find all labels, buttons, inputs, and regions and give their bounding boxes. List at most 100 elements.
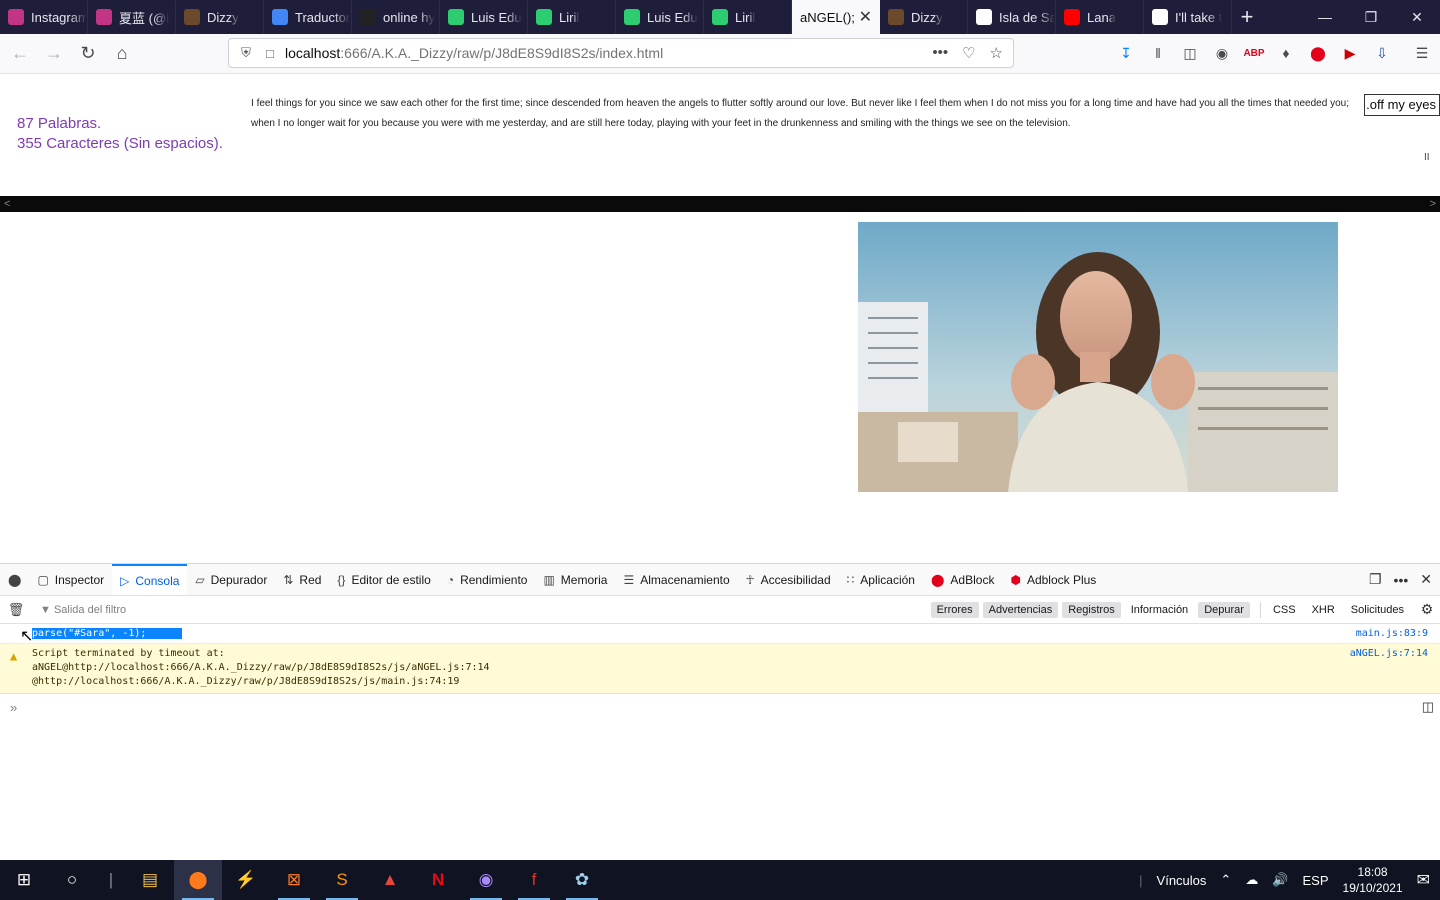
request-filter-toggle[interactable]: CSS bbox=[1267, 602, 1302, 618]
devtools-tab[interactable]: ☥ Accesibilidad bbox=[738, 564, 839, 595]
minimize-button[interactable]: — bbox=[1302, 0, 1348, 34]
volume-icon[interactable]: 🔊 bbox=[1272, 872, 1288, 888]
console-prompt[interactable]: » ◫ bbox=[0, 694, 1440, 720]
bookmark-star-icon[interactable]: ☆ bbox=[990, 44, 1003, 62]
library-icon[interactable]: ‖ bbox=[1142, 38, 1174, 68]
url-bar[interactable]: ⛨ □ localhost:666/A.K.A._Dizzy/raw/p/J8d… bbox=[228, 38, 1014, 68]
browser-tab[interactable]: Luis Edu bbox=[616, 0, 704, 34]
browser-tab[interactable]: Dizzy bbox=[880, 0, 968, 34]
devtools-tab[interactable]: ⇅ Red bbox=[275, 564, 329, 595]
browser-tab[interactable]: Traductor bbox=[264, 0, 352, 34]
filter-toggle[interactable]: Información bbox=[1125, 602, 1194, 618]
pocket-icon[interactable]: ♡ bbox=[962, 44, 975, 62]
devtools-tab[interactable]: ☰ Almacenamiento bbox=[615, 564, 737, 595]
new-tab-button[interactable]: + bbox=[1232, 0, 1262, 34]
download-helper-icon[interactable]: ⇩ bbox=[1366, 38, 1398, 68]
scroll-right-icon[interactable]: > bbox=[1430, 198, 1436, 210]
popcorn-icon[interactable]: ▲ bbox=[366, 860, 414, 900]
editor-mode-icon[interactable]: ◫ bbox=[1422, 699, 1434, 715]
horizontal-scrollbar[interactable]: < > bbox=[0, 196, 1440, 212]
filter-toggle[interactable]: Errores bbox=[930, 601, 979, 618]
browser-tab[interactable]: Liril bbox=[704, 0, 792, 34]
devtools-tab[interactable]: ∷ Aplicación bbox=[839, 564, 923, 595]
request-filter-toggle[interactable]: Solicitudes bbox=[1345, 602, 1410, 618]
back-button[interactable]: ← bbox=[4, 38, 36, 70]
menu-icon[interactable]: ☰ bbox=[1406, 38, 1438, 68]
sublime-text-icon[interactable]: S bbox=[318, 860, 366, 900]
filter-input[interactable]: ▼ Salida del filtro bbox=[32, 604, 931, 616]
sidebar-icon[interactable]: ◫ bbox=[1174, 38, 1206, 68]
settings-gear-icon[interactable]: ⚙ bbox=[1414, 601, 1440, 618]
devtools-tab[interactable]: ▥ Memoria bbox=[535, 564, 615, 595]
restore-button[interactable]: ❐ bbox=[1348, 0, 1394, 34]
pause-icon[interactable]: II bbox=[1424, 152, 1430, 163]
browser-tab[interactable]: aNGEL(); ✕ bbox=[792, 0, 880, 34]
warning-line[interactable]: aNGEL@http://localhost:666/A.K.A._Dizzy/… bbox=[32, 661, 1440, 675]
console-input-row[interactable]: parse("#Sara", -1); main.js:83:9 bbox=[0, 624, 1440, 644]
devtools-tab[interactable]: ▱ Depurador bbox=[187, 564, 275, 595]
firefox-icon[interactable]: ⬤ bbox=[174, 860, 222, 900]
downloads-icon[interactable]: ↧ bbox=[1110, 38, 1142, 68]
debugger-icon: ▱ bbox=[195, 572, 205, 587]
page-actions-icon[interactable]: ••• bbox=[932, 44, 948, 62]
netflix-icon[interactable]: N bbox=[414, 860, 462, 900]
more-options-icon[interactable]: ••• bbox=[1394, 572, 1409, 588]
browser-tab[interactable]: Dizzy bbox=[176, 0, 264, 34]
abp-extension-icon[interactable]: ABP bbox=[1238, 38, 1270, 68]
devtools-tab[interactable]: ▷ Consola bbox=[112, 564, 188, 595]
devtools-tab[interactable]: ⬢ Adblock Plus bbox=[1002, 564, 1104, 595]
notifications-icon[interactable]: ✉ bbox=[1417, 870, 1430, 890]
url-text[interactable]: localhost:666/A.K.A._Dizzy/raw/p/J8dE8S9… bbox=[281, 45, 932, 61]
browser-tab[interactable]: Liril bbox=[528, 0, 616, 34]
browser-tab[interactable]: Luis Edu bbox=[440, 0, 528, 34]
request-filter-toggle[interactable]: XHR bbox=[1306, 602, 1341, 618]
devtools-tab[interactable]: ⬤ AdBlock bbox=[923, 564, 1002, 595]
browser-tab[interactable]: Isla de Sa bbox=[968, 0, 1056, 34]
source-link[interactable]: main.js:83:9 bbox=[1356, 627, 1428, 641]
devtools-tab[interactable]: {} Editor de estilo bbox=[329, 564, 438, 595]
adblock-extension-icon[interactable]: ⬤ bbox=[1302, 38, 1334, 68]
chevron-up-icon[interactable]: ⌃ bbox=[1220, 872, 1231, 888]
app-icon[interactable]: ⚡ bbox=[222, 860, 270, 900]
file-explorer-icon[interactable]: ▤ bbox=[126, 860, 174, 900]
warning-line[interactable]: @http://localhost:666/A.K.A._Dizzy/raw/p… bbox=[32, 675, 1440, 689]
clear-console-icon[interactable]: 🗑 bbox=[0, 602, 32, 618]
filter-toggle[interactable]: Depurar bbox=[1198, 601, 1250, 618]
clock[interactable]: 18:08 19/10/2021 bbox=[1343, 864, 1403, 896]
youtube-extension-icon[interactable]: ▶ bbox=[1334, 38, 1366, 68]
browser-tab[interactable]: Lana bbox=[1056, 0, 1144, 34]
dock-icon[interactable]: ❐ bbox=[1369, 571, 1382, 588]
account-icon[interactable]: ◉ bbox=[1206, 38, 1238, 68]
tracking-shield-icon[interactable]: ⛨ bbox=[233, 45, 259, 61]
language-indicator[interactable]: ESP bbox=[1303, 873, 1329, 888]
forward-button[interactable]: → bbox=[38, 38, 70, 70]
filter-toggle[interactable]: Registros bbox=[1062, 601, 1121, 618]
search-button[interactable]: ○ bbox=[48, 860, 96, 900]
source-link[interactable]: aNGEL.js:7:14 bbox=[1350, 647, 1428, 661]
extension-icon[interactable]: ♦ bbox=[1270, 38, 1302, 68]
close-tab-icon[interactable]: ✕ bbox=[859, 7, 872, 27]
browser-tab[interactable]: I'll take t bbox=[1144, 0, 1232, 34]
github-icon[interactable]: ◉ bbox=[462, 860, 510, 900]
filter-toggle[interactable]: Advertencias bbox=[982, 601, 1059, 618]
devtools-tab[interactable]: ◔ Rendimiento bbox=[439, 564, 536, 595]
browser-tab[interactable]: Instagram bbox=[0, 0, 88, 34]
element-picker-icon[interactable]: ⬤ bbox=[0, 564, 29, 595]
page-info-icon[interactable]: □ bbox=[259, 46, 281, 61]
flash-icon[interactable]: f bbox=[510, 860, 558, 900]
browser-tab[interactable]: 夏蓝 (@l bbox=[88, 0, 176, 34]
home-button[interactable]: ⌂ bbox=[106, 38, 138, 70]
devtools-tab[interactable]: ▢ Inspector bbox=[29, 564, 112, 595]
scroll-left-icon[interactable]: < bbox=[4, 198, 10, 210]
browser-tab[interactable]: online hy bbox=[352, 0, 440, 34]
tray-label[interactable]: Vínculos bbox=[1157, 873, 1207, 888]
text-input[interactable]: off my eyes. bbox=[1364, 94, 1440, 116]
reload-button[interactable]: ↻ bbox=[72, 38, 104, 70]
xampp-icon[interactable]: ⊠ bbox=[270, 860, 318, 900]
video-frame[interactable] bbox=[858, 222, 1338, 492]
network-icon[interactable]: ☁ bbox=[1245, 872, 1258, 888]
start-button[interactable]: ⊞ bbox=[0, 860, 48, 900]
close-devtools-icon[interactable]: ✕ bbox=[1420, 571, 1432, 588]
paint-icon[interactable]: ✿ bbox=[558, 860, 606, 900]
close-window-button[interactable]: ✕ bbox=[1394, 0, 1440, 34]
